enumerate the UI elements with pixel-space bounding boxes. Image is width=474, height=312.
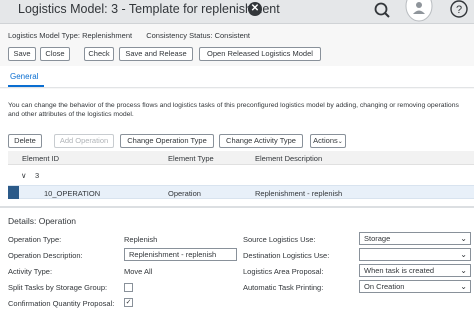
group-label: 3 bbox=[35, 171, 40, 180]
operation-type-label: Operation Type: bbox=[8, 235, 62, 244]
details-title: Details: Operation bbox=[8, 216, 77, 226]
operation-description-input[interactable]: Replenishment - replenish bbox=[124, 248, 237, 261]
destination-logistics-use-select[interactable]: ⌄ bbox=[359, 248, 471, 261]
check-button[interactable]: Check bbox=[84, 47, 114, 61]
consistency-value: Consistent bbox=[214, 31, 251, 40]
header-meta: Logistics Model Type: Replenishment Cons… bbox=[8, 31, 262, 40]
operation-type-value: Replenish bbox=[124, 235, 158, 244]
section-divider bbox=[0, 206, 474, 208]
logistics-area-proposal-value: When task is created bbox=[364, 266, 435, 275]
close-icon[interactable]: ✕ bbox=[248, 2, 262, 16]
consistency-label: Consistency Status: bbox=[146, 31, 213, 40]
tab-general[interactable]: General bbox=[10, 72, 38, 81]
tab-selected-indicator bbox=[8, 85, 44, 87]
chevron-down-icon: ⌄ bbox=[460, 250, 467, 259]
source-logistics-use-value: Storage bbox=[364, 234, 391, 243]
chevron-down-icon: ⌄ bbox=[460, 282, 467, 291]
chevron-down-icon: ⌄ bbox=[460, 266, 467, 275]
confirmation-quantity-label: Confirmation Quantity Proposal: bbox=[8, 299, 115, 308]
activity-type-label: Activity Type: bbox=[8, 267, 53, 276]
table-header: Element ID Element Type Element Descript… bbox=[8, 151, 474, 165]
split-tasks-label: Split Tasks by Storage Group: bbox=[8, 283, 108, 292]
source-logistics-use-label: Source Logistics Use: bbox=[243, 235, 316, 244]
help-icon[interactable]: ? bbox=[448, 0, 470, 22]
model-type-value: Replenishment bbox=[82, 31, 133, 40]
automatic-task-printing-value: On Creation bbox=[364, 282, 405, 291]
table-group-row[interactable]: ∨ 3 bbox=[8, 168, 474, 182]
page-title: Logistics Model: 3 - Template for replen… bbox=[18, 2, 280, 16]
row-selection-marker bbox=[8, 186, 19, 199]
split-tasks-checkbox[interactable] bbox=[124, 283, 133, 292]
destination-logistics-use-label: Destination Logistics Use: bbox=[243, 251, 330, 260]
actions-label: Actions bbox=[313, 136, 338, 145]
save-button[interactable]: Save bbox=[8, 47, 36, 61]
actions-menu-button[interactable]: Actions⌄ bbox=[310, 134, 346, 148]
automatic-task-printing-label: Automatic Task Printing: bbox=[243, 283, 324, 292]
row-element-type: Operation bbox=[168, 189, 201, 198]
chevron-down-icon: ⌄ bbox=[337, 139, 343, 145]
svg-text:?: ? bbox=[456, 4, 462, 16]
model-type-label: Logistics Model Type: bbox=[8, 31, 80, 40]
open-released-button[interactable]: Open Released Logistics Model bbox=[199, 47, 321, 61]
change-activity-type-button[interactable]: Change Activity Type bbox=[219, 134, 303, 148]
operation-description-label: Operation Description: bbox=[8, 251, 83, 260]
activity-type-value: Move All bbox=[124, 267, 153, 276]
object-header: Logistics Model Type: Replenishment Cons… bbox=[0, 25, 474, 65]
automatic-task-printing-select[interactable]: On Creation ⌄ bbox=[359, 280, 471, 293]
row-element-description: Replenishment - replenish bbox=[255, 189, 343, 198]
source-logistics-use-select[interactable]: Storage ⌄ bbox=[359, 232, 471, 245]
chevron-down-icon[interactable]: ∨ bbox=[21, 171, 27, 180]
confirmation-quantity-checkbox[interactable]: ✓ bbox=[124, 298, 133, 307]
change-operation-type-button[interactable]: Change Operation Type bbox=[120, 134, 214, 148]
chevron-down-icon: ⌄ bbox=[460, 234, 467, 243]
user-icon[interactable] bbox=[404, 0, 434, 24]
column-element-description: Element Description bbox=[255, 154, 323, 163]
table-row[interactable]: 10_OPERATION Operation Replenishment - r… bbox=[8, 185, 474, 199]
search-icon[interactable] bbox=[372, 0, 392, 22]
column-element-id: Element ID bbox=[22, 154, 60, 163]
section-description: You can change the behavior of the proce… bbox=[8, 102, 459, 118]
save-and-release-button[interactable]: Save and Release bbox=[119, 47, 193, 61]
tab-bar: General bbox=[0, 66, 474, 88]
general-section: You can change the behavior of the proce… bbox=[0, 89, 474, 312]
close-button[interactable]: Close bbox=[40, 47, 70, 61]
column-element-type: Element Type bbox=[168, 154, 214, 163]
logistics-area-proposal-select[interactable]: When task is created ⌄ bbox=[359, 264, 471, 277]
logistics-area-proposal-label: Logistics Area Proposal: bbox=[243, 267, 324, 276]
row-element-id: 10_OPERATION bbox=[44, 189, 101, 198]
delete-button[interactable]: Delete bbox=[8, 134, 42, 148]
add-operation-button[interactable]: Add Operation bbox=[54, 134, 114, 148]
shell-bar: Logistics Model: 3 - Template for replen… bbox=[0, 0, 474, 24]
